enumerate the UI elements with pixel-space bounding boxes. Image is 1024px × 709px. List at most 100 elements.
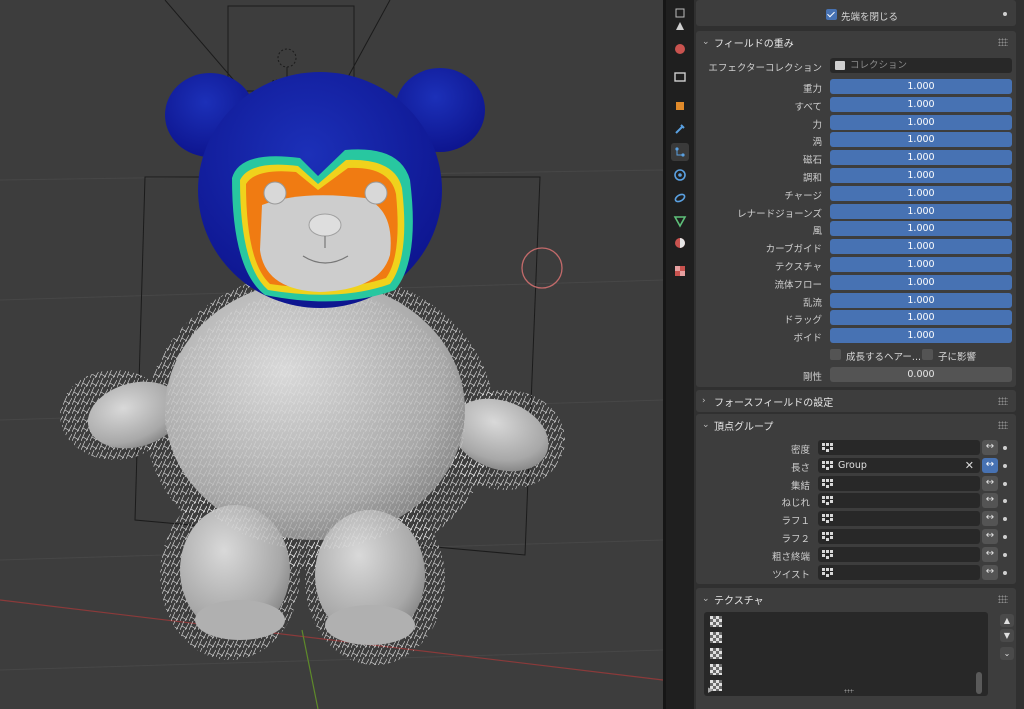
vertex-groups-header[interactable]: ⌄ 頂点グループ: [696, 414, 1016, 436]
vertex-group-field[interactable]: [818, 440, 980, 455]
vertex-group-field[interactable]: [818, 546, 980, 562]
weight-label: レナードジョーンズ: [737, 208, 822, 220]
texture-slot-icon[interactable]: [710, 632, 722, 643]
invert-toggle[interactable]: ↔: [982, 511, 998, 527]
texture-slot-icon[interactable]: [710, 648, 722, 659]
weight-slider[interactable]: 1.000: [830, 132, 1012, 148]
close-tip-checkbox[interactable]: [826, 9, 837, 20]
weight-label: 流体フロー: [774, 279, 822, 291]
animate-dot[interactable]: [1003, 499, 1007, 504]
animate-dot[interactable]: [1003, 481, 1007, 486]
vertex-group-field[interactable]: [818, 529, 980, 544]
vertex-group-field[interactable]: [818, 564, 980, 580]
weight-slider[interactable]: 1.000: [830, 185, 1012, 201]
weight-slider[interactable]: 1.000: [830, 79, 1012, 94]
weight-slider[interactable]: 1.000: [830, 221, 1012, 237]
field-weights-header[interactable]: ⌄ フィールドの重み: [696, 31, 1016, 53]
invert-toggle[interactable]: ↔: [982, 457, 998, 473]
data-tab-icon[interactable]: [671, 212, 689, 230]
animate-dot[interactable]: [1003, 552, 1007, 557]
drag-grip-icon[interactable]: [998, 421, 1008, 429]
vertex-group-field[interactable]: [818, 493, 980, 509]
drag-grip-icon[interactable]: [998, 38, 1008, 46]
list-expand-icon[interactable]: ▶: [708, 686, 713, 694]
drag-grip-icon[interactable]: [998, 595, 1008, 603]
animate-dot[interactable]: [1003, 517, 1007, 522]
vertex-group-row: 密度 ↔: [696, 440, 1016, 456]
texture-header[interactable]: ⌄ テクスチャ: [696, 588, 1016, 610]
weight-slider[interactable]: 1.000: [830, 114, 1012, 130]
weight-slider[interactable]: 1.000: [830, 96, 1012, 112]
animate-dot[interactable]: [1003, 12, 1007, 16]
effector-collection-field[interactable]: コレクション: [830, 58, 1012, 73]
vertex-group-field[interactable]: [818, 475, 980, 491]
collection-tab-icon[interactable]: [671, 68, 689, 86]
weight-slider[interactable]: 1.000: [830, 328, 1012, 344]
chevron-right-icon: ›: [702, 396, 706, 406]
weight-slider[interactable]: 1.000: [830, 274, 1012, 290]
list-menu-button[interactable]: ⌄: [1000, 647, 1014, 660]
weight-label: 風: [812, 226, 822, 238]
weight-slider[interactable]: 1.000: [830, 257, 1012, 272]
move-up-button[interactable]: ▲: [1000, 614, 1014, 627]
3d-viewport[interactable]: [0, 0, 663, 709]
weight-row: チャージ 1.000: [696, 185, 1016, 202]
effector-collection-placeholder: コレクション: [850, 60, 908, 71]
animate-dot[interactable]: [1003, 535, 1007, 539]
vertex-group-icon: [822, 549, 833, 559]
world-tab-icon[interactable]: [671, 40, 689, 58]
invert-toggle[interactable]: ↔: [982, 564, 998, 580]
texture-tab-icon[interactable]: [671, 262, 689, 280]
affect-children-checkbox[interactable]: [922, 349, 933, 360]
weight-slider[interactable]: 1.000: [830, 239, 1012, 255]
vertex-group-label: 集結: [790, 480, 810, 492]
invert-toggle[interactable]: ↔: [982, 546, 998, 562]
render-tab-icon[interactable]: [671, 17, 689, 35]
material-tab-icon[interactable]: [671, 234, 689, 252]
invert-toggle[interactable]: ↔: [982, 440, 998, 455]
weight-label: 力: [812, 119, 822, 131]
texture-slot-icon[interactable]: [710, 664, 722, 675]
weight-slider[interactable]: 1.000: [830, 150, 1012, 166]
vertex-group-label: 密度: [790, 445, 810, 456]
weight-slider[interactable]: 1.000: [830, 310, 1012, 326]
weight-slider[interactable]: 1.000: [830, 203, 1012, 219]
texture-slot-list[interactable]: ▶: [704, 612, 988, 696]
vertex-group-field[interactable]: Group ✕: [818, 457, 980, 473]
vertex-group-field[interactable]: [818, 511, 980, 527]
vertex-group-icon: [822, 532, 833, 541]
vertex-group-row: 集結 ↔: [696, 475, 1016, 492]
weight-slider[interactable]: 1.000: [830, 292, 1012, 308]
grow-hair-checkbox[interactable]: [830, 349, 841, 360]
force-field-settings-header[interactable]: › フォースフィールドの設定: [696, 390, 1016, 412]
animate-dot[interactable]: [1003, 570, 1007, 575]
modifier-tab-icon[interactable]: [671, 120, 689, 138]
constraints-tab-icon[interactable]: [671, 189, 689, 207]
move-down-button[interactable]: ▼: [1000, 629, 1014, 642]
chevron-down-icon: ⌄: [702, 37, 710, 47]
invert-toggle[interactable]: ↔: [982, 529, 998, 544]
invert-toggle[interactable]: ↔: [982, 475, 998, 491]
vertex-group-row: ラフ１ ↔: [696, 511, 1016, 527]
weight-row: すべて 1.000: [696, 96, 1016, 113]
animate-dot[interactable]: [1003, 446, 1007, 450]
stiffness-field[interactable]: 0.000: [830, 367, 1012, 382]
particles-tab-icon[interactable]: [671, 143, 689, 161]
animate-dot[interactable]: [1003, 463, 1007, 468]
vertex-groups-panel: ⌄ 頂点グループ 密度 ↔ 長さ Group ✕ ↔ 集結 ↔ ねじれ ↔ ラフ１ ↔ ラフ２ ↔ 粗さ終端…: [696, 414, 1016, 584]
list-resize-grip[interactable]: [844, 689, 854, 693]
physics-tab-icon[interactable]: [671, 166, 689, 184]
weight-row: 磁石 1.000: [696, 150, 1016, 166]
texture-slot-icon[interactable]: [710, 616, 722, 627]
invert-toggle[interactable]: ↔: [982, 493, 998, 509]
stiffness-label: 剛性: [802, 372, 822, 383]
weight-slider[interactable]: 1.000: [830, 168, 1012, 183]
vertex-group-icon: [822, 443, 833, 452]
texture-title: テクスチャ: [714, 595, 764, 607]
object-tab-icon[interactable]: [671, 97, 689, 115]
list-scrollbar[interactable]: [976, 672, 982, 694]
weight-label: 重力: [802, 84, 822, 95]
clear-icon[interactable]: ✕: [965, 458, 974, 473]
drag-grip-icon[interactable]: [998, 397, 1008, 405]
field-weights-title: フィールドの重み: [714, 38, 794, 50]
